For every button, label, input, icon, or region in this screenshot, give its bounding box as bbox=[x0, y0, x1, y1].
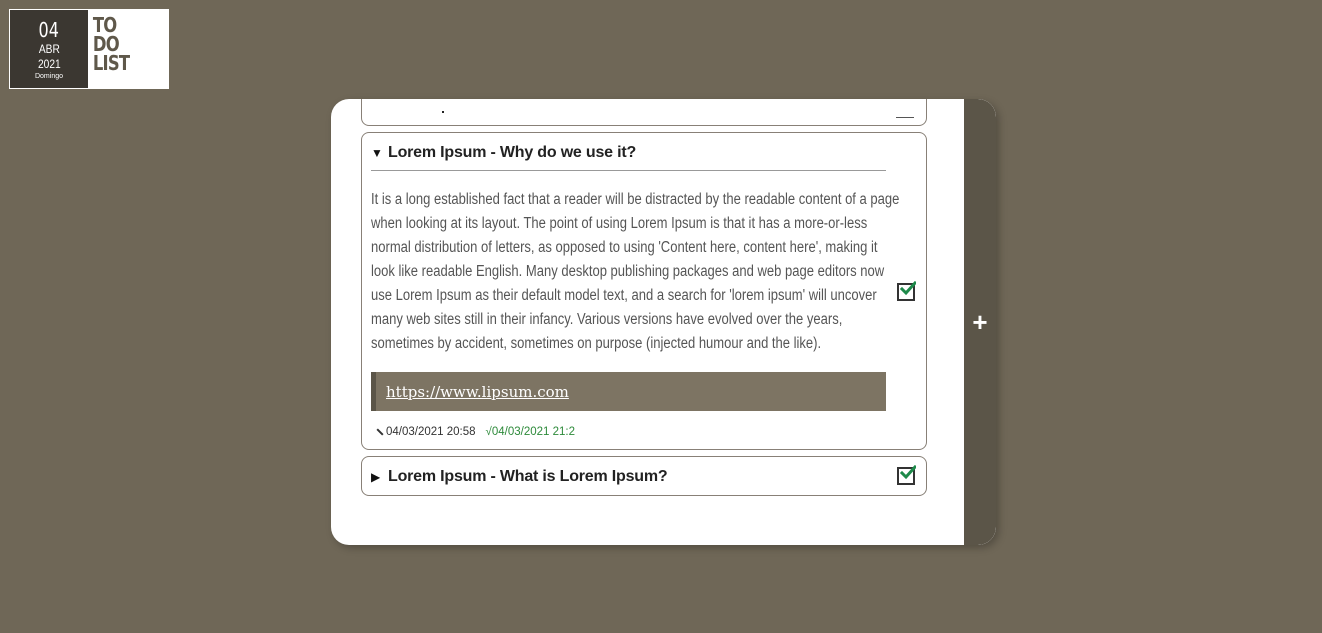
app-logo: 04 ABR 2021 Domingo TO DO LIST bbox=[9, 9, 169, 89]
todo-item-meta: 04/03/2021 20:58 √04/03/2021 21:2 bbox=[376, 426, 575, 438]
todo-item-title[interactable]: Lorem Ipsum - What is Lorem Ipsum? bbox=[388, 468, 668, 486]
todo-card: ▼ Lorem Ipsum - Why do we use it? It is … bbox=[331, 99, 996, 545]
date-day: 04 bbox=[38, 18, 60, 42]
created-timestamp: 04/03/2021 20:58 bbox=[376, 426, 476, 438]
expand-triangle-icon[interactable]: ▶ bbox=[371, 470, 388, 484]
todo-item-body: It is a long established fact that a rea… bbox=[371, 191, 900, 352]
partial-text-fragment bbox=[442, 111, 444, 113]
collapse-triangle-icon[interactable]: ▼ bbox=[371, 146, 388, 160]
todo-done-checkbox[interactable] bbox=[897, 465, 916, 485]
current-date: 04 ABR 2021 Domingo bbox=[10, 10, 88, 88]
todo-item[interactable]: ▶ Lorem Ipsum - What is Lorem Ipsum? bbox=[361, 456, 927, 496]
todo-item-title[interactable]: Lorem Ipsum - Why do we use it? bbox=[388, 144, 636, 162]
created-date: 04/03/2021 20:58 bbox=[386, 426, 476, 438]
checkmark-icon bbox=[900, 281, 916, 296]
checkmark-icon bbox=[900, 465, 916, 480]
logo-line: LIST bbox=[92, 51, 130, 75]
todo-done-checkbox[interactable] bbox=[897, 281, 916, 301]
divider bbox=[371, 170, 886, 171]
todo-item-link[interactable]: https://www.lipsum.com bbox=[386, 383, 569, 401]
todo-item[interactable]: ▼ Lorem Ipsum - Why do we use it? It is … bbox=[361, 132, 927, 450]
todo-item-header[interactable]: ▼ Lorem Ipsum - Why do we use it? bbox=[371, 144, 636, 162]
logo-title: TO DO LIST bbox=[88, 10, 154, 88]
plus-icon: + bbox=[972, 306, 988, 337]
completed-timestamp: √04/03/2021 21:2 bbox=[485, 426, 575, 438]
pencil-icon bbox=[376, 428, 384, 436]
date-month: ABR bbox=[38, 42, 60, 56]
todo-item-link-box: https://www.lipsum.com bbox=[371, 372, 886, 411]
todo-item-header[interactable]: ▶ Lorem Ipsum - What is Lorem Ipsum? bbox=[371, 468, 668, 486]
partial-checkbox-fragment[interactable] bbox=[896, 117, 914, 118]
add-todo-button[interactable]: + bbox=[964, 99, 996, 545]
date-year: 2021 bbox=[37, 57, 61, 71]
todo-item-partial[interactable] bbox=[361, 99, 927, 126]
date-weekday: Domingo bbox=[34, 73, 63, 80]
